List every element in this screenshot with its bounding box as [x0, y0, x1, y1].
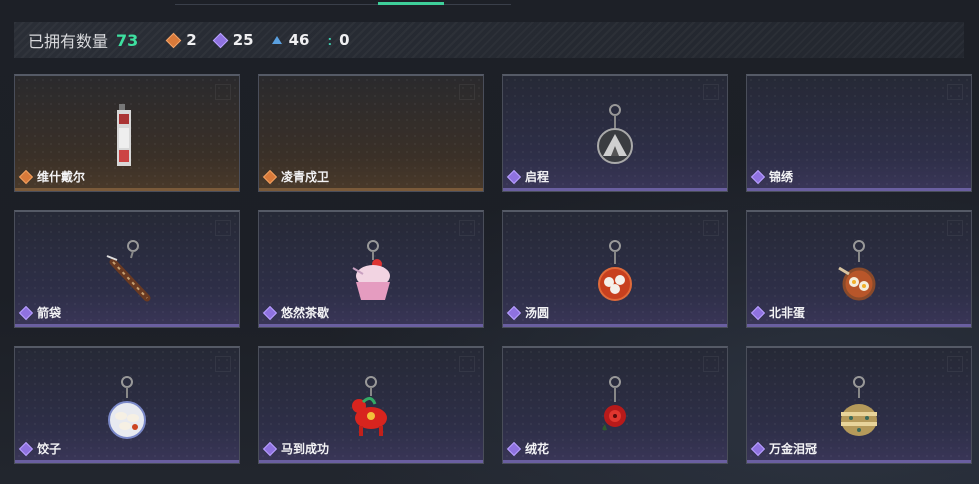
charm-name: 维什戴尔: [37, 170, 86, 184]
tab-underline: [175, 4, 511, 5]
charm-card[interactable]: 万金泪冠: [746, 346, 972, 464]
teal-colon-icon: :: [327, 32, 333, 48]
rarity-bar: [259, 460, 483, 463]
charm-card[interactable]: 绒花: [502, 346, 728, 464]
charm-card[interactable]: 悠然茶歇: [258, 210, 484, 328]
charm-name: 饺子: [37, 442, 62, 456]
card-corner-decoration: [947, 84, 963, 100]
purple-rarity-icon: [506, 305, 522, 321]
cupcake-charm-icon: [352, 240, 390, 300]
purple-rarity-icon: [506, 169, 522, 185]
charm-card[interactable]: 北非蛋: [746, 210, 972, 328]
rarity-bar: [15, 460, 239, 463]
orange-rarity-icon: [262, 169, 278, 185]
owned-count-value: 73: [116, 30, 139, 50]
rarity-bar: [503, 460, 727, 463]
charm-card[interactable]: 汤圆: [502, 210, 728, 328]
charm-name: 马到成功: [281, 442, 330, 456]
blue-triangle-icon: [271, 36, 282, 44]
card-corner-decoration: [703, 84, 719, 100]
gold-crown-charm-icon: [841, 376, 877, 436]
active-tab-indicator[interactable]: [378, 2, 444, 5]
card-corner-decoration: [703, 220, 719, 236]
charm-name: 凌青戍卫: [281, 170, 330, 184]
owned-count-bar: 已拥有数量 73 2 25 46 : 0: [14, 22, 964, 58]
purple-rarity-icon: [18, 441, 34, 457]
rarity-bar: [259, 188, 483, 191]
charm-name: 悠然茶歇: [281, 306, 330, 320]
rarity-bar: [747, 188, 971, 191]
charm-card[interactable]: 箭袋: [14, 210, 240, 328]
card-corner-decoration: [947, 356, 963, 372]
purple-rarity-icon: [506, 441, 522, 457]
card-corner-decoration: [215, 84, 231, 100]
charm-name: 万金泪冠: [769, 442, 818, 456]
owned-count-label: 已拥有数量: [28, 34, 109, 51]
charm-name: 汤圆: [525, 306, 550, 320]
charm-name: 绒花: [525, 442, 550, 456]
rarity-bar: [503, 324, 727, 327]
card-corner-decoration: [459, 84, 475, 100]
rarity-bar: [503, 188, 727, 191]
red-flower-charm-icon: [602, 376, 626, 431]
card-corner-decoration: [703, 356, 719, 372]
stat-blue-count: 46: [288, 31, 310, 49]
purple-rarity-icon: [18, 305, 34, 321]
purple-diamond-icon: [212, 32, 228, 48]
stat-teal-count: 0: [339, 31, 350, 49]
charm-name: 锦绣: [769, 170, 794, 184]
red-horse-charm-icon: [352, 376, 387, 436]
orange-diamond-icon: [166, 32, 182, 48]
rarity-bar: [15, 324, 239, 327]
rarity-bar: [747, 460, 971, 463]
card-corner-decoration: [215, 220, 231, 236]
charm-card[interactable]: 马到成功: [258, 346, 484, 464]
purple-rarity-icon: [262, 305, 278, 321]
mountain-medallion-charm-icon: [597, 104, 633, 164]
stat-teal: : 0: [327, 31, 349, 49]
purple-rarity-icon: [750, 441, 766, 457]
charm-name: 北非蛋: [769, 306, 806, 320]
dumpling-plate-charm-icon: [108, 376, 146, 439]
rarity-bar: [259, 324, 483, 327]
stat-purple: 25: [212, 31, 254, 49]
card-corner-decoration: [215, 356, 231, 372]
tangyuan-bowl-charm-icon: [598, 240, 632, 301]
shakshuka-pan-charm-icon: [838, 240, 876, 301]
rarity-bar: [747, 324, 971, 327]
stat-orange: 2: [166, 31, 197, 49]
quiver-charm-icon: [106, 240, 151, 302]
purple-rarity-icon: [262, 441, 278, 457]
stat-orange-count: 2: [186, 31, 197, 49]
charm-card[interactable]: 饺子: [14, 346, 240, 464]
charm-card[interactable]: 启程: [502, 74, 728, 192]
card-corner-decoration: [459, 356, 475, 372]
card-corner-decoration: [947, 220, 963, 236]
charm-card[interactable]: 凌青戍卫: [258, 74, 484, 192]
charm-name: 启程: [525, 170, 550, 184]
orange-rarity-icon: [18, 169, 34, 185]
charm-card[interactable]: 维什戴尔: [14, 74, 240, 192]
charm-name: 箭袋: [37, 306, 62, 320]
purple-rarity-icon: [750, 305, 766, 321]
banner-charm-icon: [117, 104, 131, 166]
purple-rarity-icon: [750, 169, 766, 185]
stat-blue: 46: [271, 31, 310, 49]
charm-card[interactable]: 锦绣: [746, 74, 972, 192]
card-corner-decoration: [459, 220, 475, 236]
rarity-bar: [15, 188, 239, 191]
top-tab-bar: [0, 0, 979, 8]
stat-purple-count: 25: [232, 31, 254, 49]
